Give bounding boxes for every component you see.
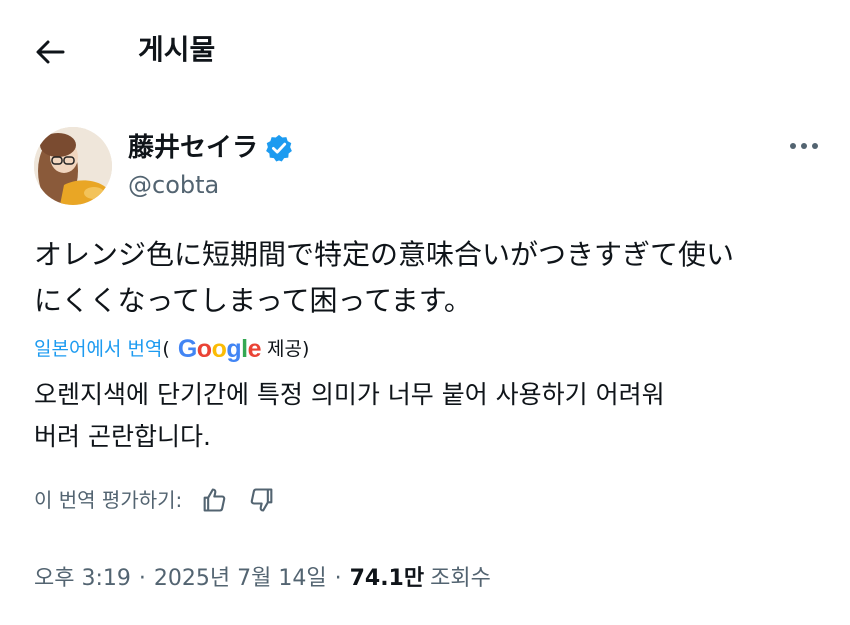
provided-label: 제공) — [266, 338, 310, 360]
back-button[interactable] — [28, 30, 72, 74]
thumbs-up-icon — [203, 488, 226, 512]
tweet-time[interactable]: 오후 3:19 — [34, 562, 131, 596]
translated-from-link[interactable]: 일본어에서 번역 — [34, 334, 162, 364]
user-handle[interactable]: @cobta — [128, 169, 219, 201]
page-title: 게시물 — [138, 33, 216, 66]
thumbs-down-icon — [250, 488, 273, 512]
verified-badge-icon — [266, 134, 292, 162]
more-horizontal-icon — [790, 143, 818, 149]
thumbs-down-button[interactable] — [246, 484, 278, 516]
rate-translation-label: 이 번역 평가하기: — [34, 488, 183, 512]
tweet-text-line: にくくなってしまって困ってます。 — [34, 284, 472, 317]
meta-separator: · — [138, 566, 146, 591]
tweet-text: オレンジ色に短期間で特定の意味合いがつきすぎて使い にくくなってしまって困ってま… — [34, 232, 824, 324]
rate-translation: 이 번역 평가하기: — [34, 484, 278, 516]
tweet-meta: 오후 3:19 · 2025년 7월 14일 · 74.1만 조회수 — [34, 562, 491, 596]
avatar[interactable] — [34, 127, 112, 205]
translated-text-line: 오렌지색에 단기간에 특정 의미가 너무 붙어 사용하기 어려워 — [34, 380, 665, 409]
meta-separator: · — [334, 566, 342, 591]
translated-text-line: 버려 곤란합니다. — [34, 422, 211, 451]
tweet-date[interactable]: 2025년 7월 14일 — [154, 562, 327, 596]
views-count: 74.1만 — [349, 566, 425, 591]
tweet-text-line: オレンジ色に短期間で特定の意味合いがつきすぎて使い — [34, 238, 735, 271]
more-options-button[interactable] — [784, 129, 824, 163]
display-name[interactable]: 藤井セイラ — [128, 131, 258, 165]
google-logo: Google — [177, 335, 262, 363]
top-bar: 게시물 — [0, 0, 850, 100]
thumbs-up-button[interactable] — [198, 484, 230, 516]
views-label: 조회수 — [430, 566, 491, 591]
translation-attribution: 일본어에서 번역 ( Google 제공) — [34, 334, 309, 364]
translated-text: 오렌지색에 단기간에 특정 의미가 너무 붙어 사용하기 어려워 버려 곤란합니… — [34, 374, 824, 458]
open-paren: ( — [162, 338, 170, 360]
arrow-left-icon — [36, 40, 65, 64]
display-name-row: 藤井セイラ — [128, 131, 294, 165]
tweet-author: 藤井セイラ @cobta — [34, 125, 824, 210]
avatar-image — [34, 127, 112, 205]
